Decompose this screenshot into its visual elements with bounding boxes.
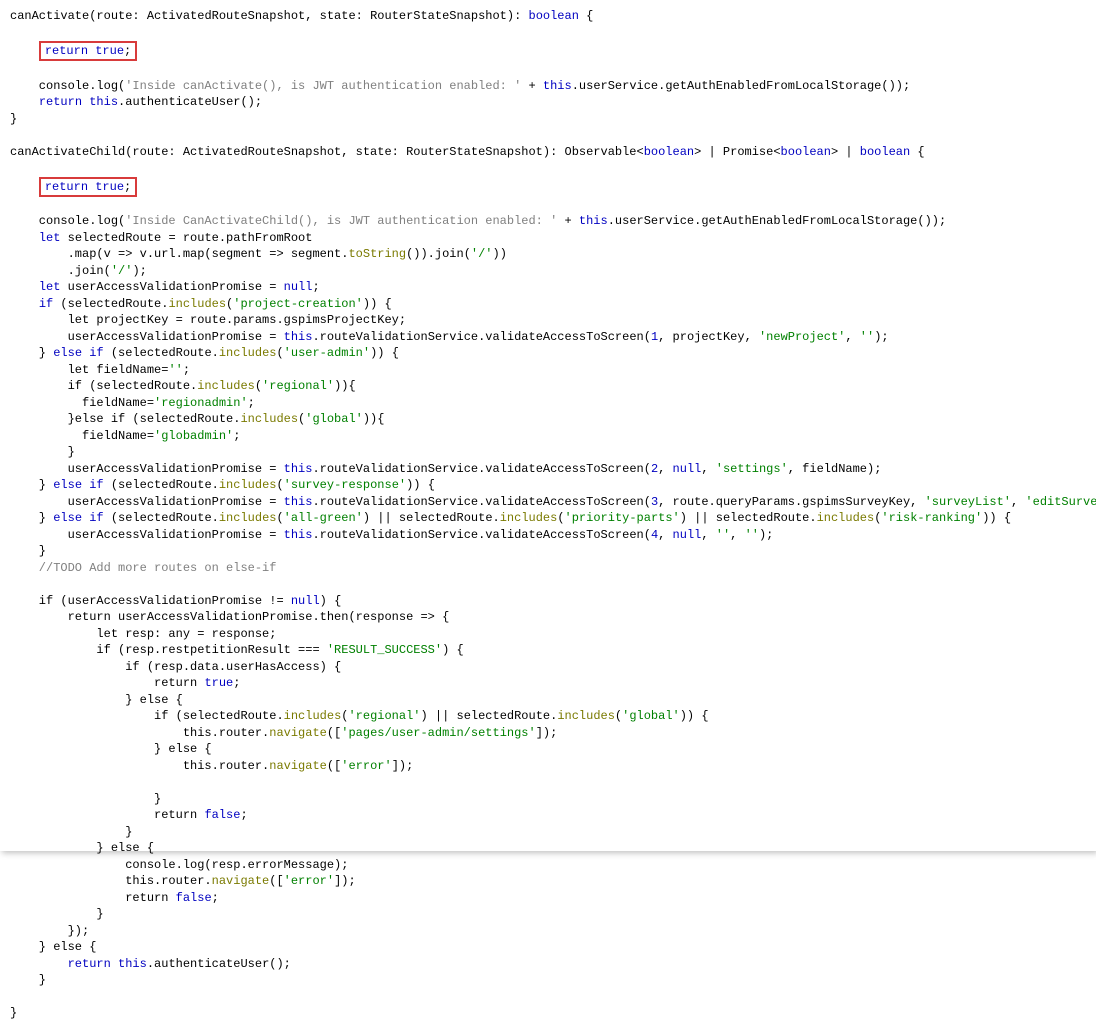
code-snippet-card: canActivate(route: ActivatedRouteSnapsho… <box>0 0 1096 851</box>
fn-name: canActivate <box>10 9 89 23</box>
code-block: canActivate(route: ActivatedRouteSnapsho… <box>0 0 1096 1030</box>
todo-comment: //TODO Add more routes on else-if <box>10 561 276 575</box>
highlight-return-true-1: return true; <box>39 41 137 61</box>
fn-name: canActivateChild <box>10 145 125 159</box>
highlight-return-true-2: return true; <box>39 177 137 197</box>
